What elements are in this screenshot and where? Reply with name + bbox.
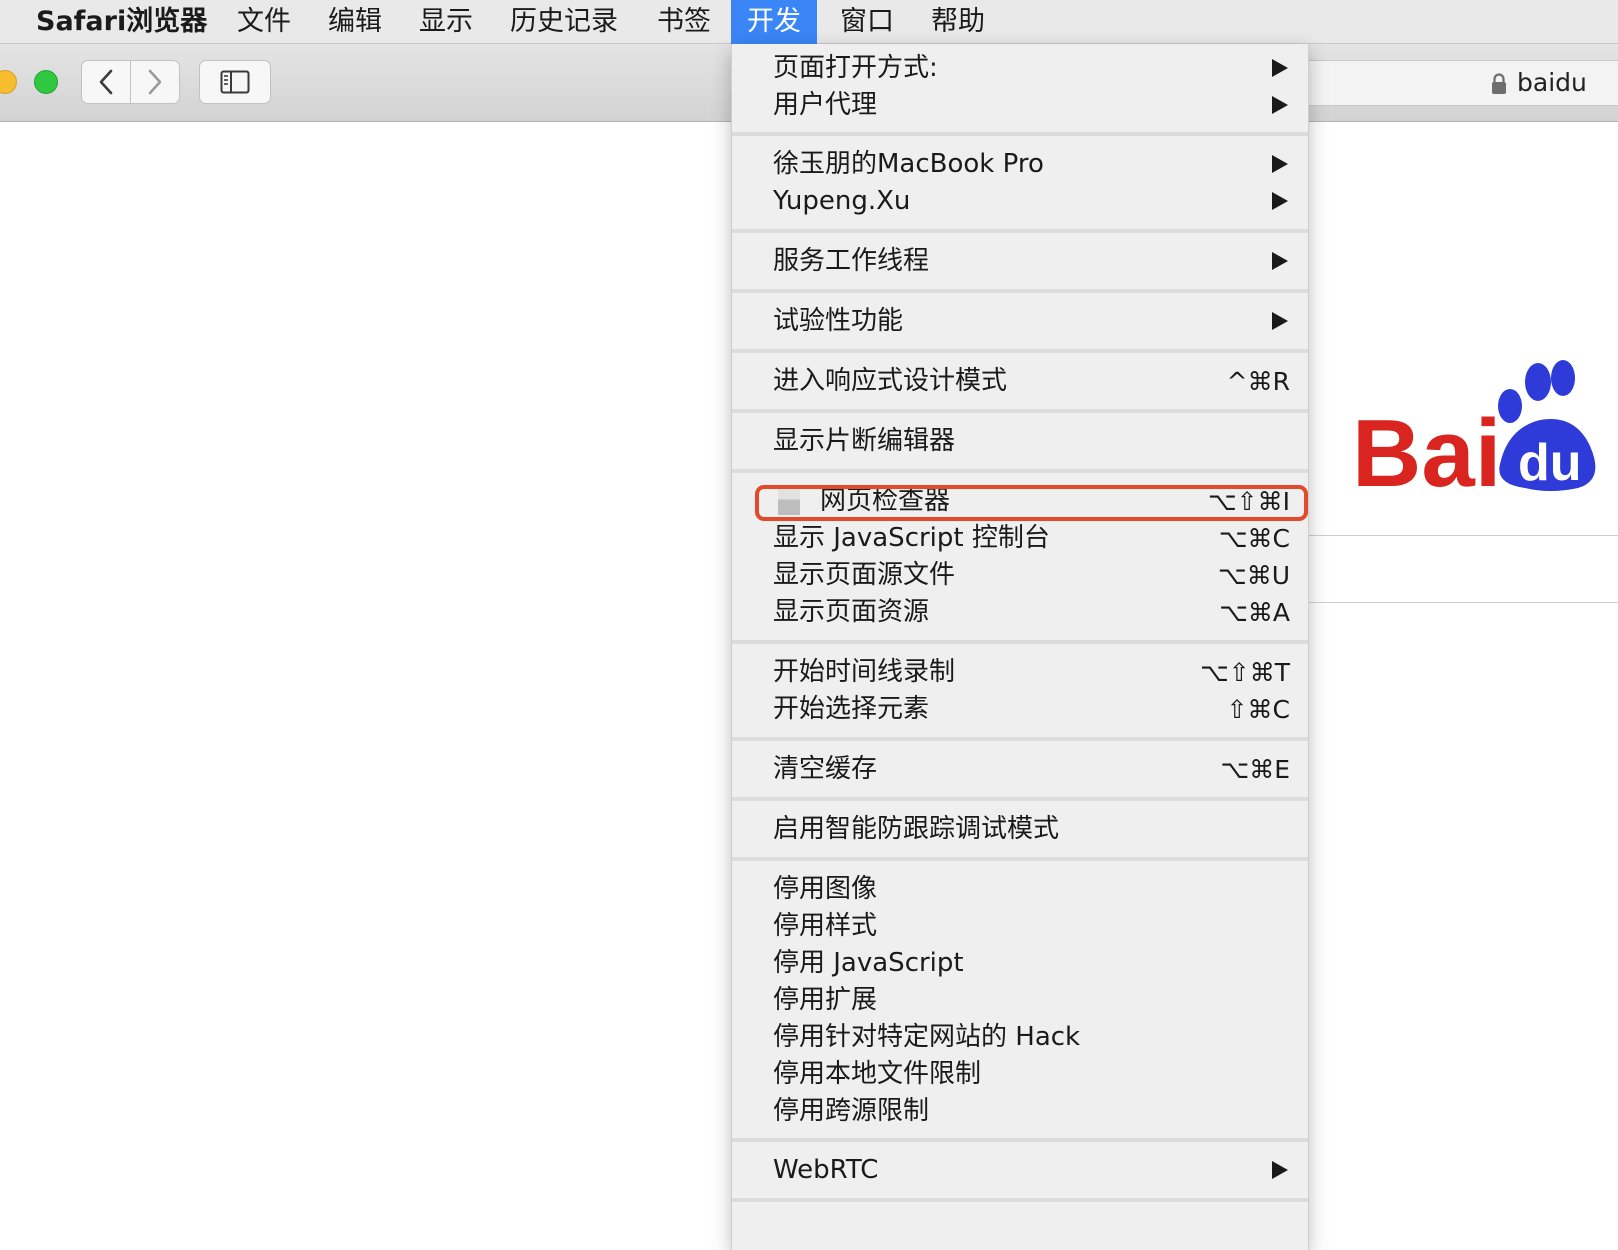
menu-separator <box>732 640 1308 644</box>
menu-item-disable-cross-origin-restrictions[interactable]: 停用跨源限制 <box>732 1093 1308 1130</box>
menu-item-service-workers[interactable]: 服务工作线程 <box>732 243 1308 280</box>
menubar-item-bookmarks[interactable]: 书签 <box>657 0 711 44</box>
chevron-left-icon <box>99 69 113 95</box>
shortcut-label: ⌥⌘E <box>1220 755 1290 784</box>
develop-menu: 页面打开方式: 用户代理 徐玉朋的MacBook Pro Yupeng.Xu 服… <box>731 44 1309 1250</box>
submenu-arrow-icon <box>1272 312 1288 330</box>
menu-separator <box>732 1198 1308 1202</box>
menu-item-user-agent[interactable]: 用户代理 <box>732 87 1308 124</box>
menu-separator <box>732 737 1308 741</box>
menu-item-responsive-design[interactable]: 进入响应式设计模式 ^⌘R <box>732 363 1308 400</box>
menu-item-select-element[interactable]: 开始选择元素 ⇧⌘C <box>732 691 1308 728</box>
submenu-arrow-icon <box>1272 1161 1288 1179</box>
menu-separator <box>732 132 1308 136</box>
chevron-right-icon <box>148 69 162 95</box>
menubar-item-window[interactable]: 窗口 <box>840 0 894 44</box>
address-bar-url: baidu <box>1517 68 1587 97</box>
back-button[interactable] <box>81 60 131 104</box>
menubar-item-file[interactable]: 文件 <box>237 0 291 44</box>
forward-button[interactable] <box>130 60 180 104</box>
baidu-logo-text: Bai <box>1352 400 1501 494</box>
menu-separator <box>732 289 1308 293</box>
menu-bar: Safari浏览器 文件 编辑 显示 历史记录 书签 开发 窗口 帮助 <box>0 0 1618 44</box>
shortcut-label: ⌥⌘C <box>1218 524 1290 553</box>
address-bar[interactable]: baidu <box>1300 60 1618 106</box>
menu-item-webrtc[interactable]: WebRTC <box>732 1152 1308 1189</box>
menu-separator <box>732 409 1308 413</box>
page-divider <box>1308 602 1618 603</box>
menu-separator <box>732 1138 1308 1142</box>
menu-separator <box>732 229 1308 233</box>
menu-item-itp-debug[interactable]: 启用智能防跟踪调试模式 <box>732 811 1308 848</box>
submenu-arrow-icon <box>1272 155 1288 173</box>
menu-item-timeline-recording[interactable]: 开始时间线录制 ⌥⇧⌘T <box>732 654 1308 691</box>
menu-item-snippet-editor[interactable]: 显示片断编辑器 <box>732 423 1308 460</box>
submenu-arrow-icon <box>1272 252 1288 270</box>
page-divider <box>1308 535 1618 536</box>
baidu-logo: Bai du <box>1352 360 1596 494</box>
menu-item-page-source[interactable]: 显示页面源文件 ⌥⌘U <box>732 557 1308 594</box>
menu-item-disable-local-file-restrictions[interactable]: 停用本地文件限制 <box>732 1056 1308 1093</box>
baidu-paw-pad-2 <box>1551 360 1575 396</box>
baidu-logo-tail: du <box>1518 434 1582 492</box>
menu-item-disable-javascript[interactable]: 停用 JavaScript <box>732 945 1308 982</box>
menu-separator <box>732 797 1308 801</box>
menu-item-disable-images[interactable]: 停用图像 <box>732 871 1308 908</box>
lock-icon <box>1492 73 1506 94</box>
menu-item-empty-caches[interactable]: 清空缓存 ⌥⌘E <box>732 751 1308 788</box>
menu-item-page-open-with[interactable]: 页面打开方式: <box>732 50 1308 87</box>
submenu-arrow-icon <box>1272 192 1288 210</box>
menu-item-page-resources[interactable]: 显示页面资源 ⌥⌘A <box>732 594 1308 631</box>
menu-item-device-user[interactable]: Yupeng.Xu <box>732 183 1308 220</box>
shortcut-label: ⇧⌘C <box>1226 695 1290 724</box>
menu-separator <box>732 349 1308 353</box>
menu-item-experimental-features[interactable]: 试验性功能 <box>732 303 1308 340</box>
submenu-arrow-icon <box>1272 59 1288 77</box>
baidu-paw-pad-3 <box>1498 389 1522 423</box>
menubar-app-name[interactable]: Safari浏览器 <box>36 0 207 44</box>
menu-item-js-console[interactable]: 显示 JavaScript 控制台 ⌥⌘C <box>732 520 1308 557</box>
shortcut-label: ⌥⇧⌘T <box>1199 658 1290 687</box>
shortcut-label: ⌥⌘U <box>1217 561 1290 590</box>
menu-item-device-macbook[interactable]: 徐玉朋的MacBook Pro <box>732 146 1308 183</box>
menubar-item-develop[interactable]: 开发 <box>731 0 817 44</box>
menubar-item-history[interactable]: 历史记录 <box>510 0 618 44</box>
sidebar-toggle-button[interactable] <box>199 60 271 104</box>
minimize-window-button[interactable] <box>0 70 17 94</box>
shortcut-label: ^⌘R <box>1226 367 1290 396</box>
menubar-item-help[interactable]: 帮助 <box>931 0 985 44</box>
menubar-item-view[interactable]: 显示 <box>419 0 473 44</box>
annotation-highlight-box <box>755 485 1308 521</box>
shortcut-label: ⌥⌘A <box>1219 598 1290 627</box>
submenu-arrow-icon <box>1272 96 1288 114</box>
menu-separator <box>732 857 1308 861</box>
menubar-item-edit[interactable]: 编辑 <box>328 0 382 44</box>
menu-item-disable-extensions[interactable]: 停用扩展 <box>732 982 1308 1019</box>
menu-separator <box>732 469 1308 473</box>
zoom-window-button[interactable] <box>34 70 58 94</box>
menu-item-disable-styles[interactable]: 停用样式 <box>732 908 1308 945</box>
menu-item-disable-site-hacks[interactable]: 停用针对特定网站的 Hack <box>732 1019 1308 1056</box>
baidu-paw-pad-1 <box>1525 363 1551 401</box>
sidebar-icon <box>220 70 250 94</box>
